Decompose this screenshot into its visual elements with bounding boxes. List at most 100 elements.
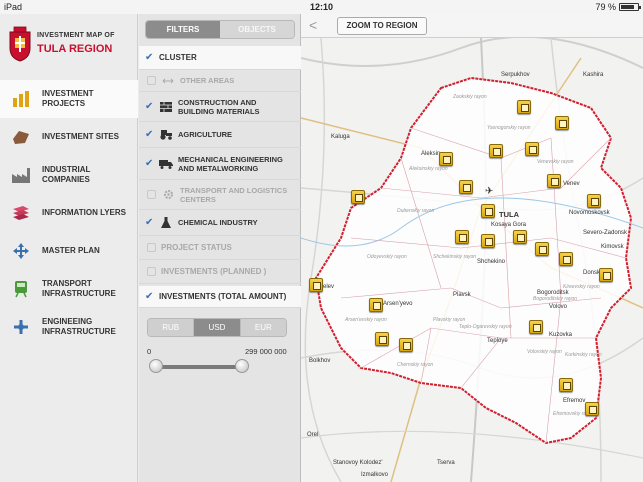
filter-label: INVESTMENTS (TOTAL AMOUNT)	[159, 292, 287, 301]
project-marker[interactable]	[489, 144, 503, 158]
clock: 12:10	[309, 2, 334, 12]
currency-usd[interactable]: USD	[194, 319, 241, 336]
project-marker[interactable]	[585, 402, 599, 416]
project-marker[interactable]	[309, 278, 323, 292]
nav-engineering-infrastructure[interactable]: ENGINEEING INFRASTRUCTURE	[0, 308, 138, 346]
filter-label: TRANSPORT AND LOGISTICS CENTERS	[180, 185, 288, 204]
nav-master-plan[interactable]: MASTER PLAN	[0, 232, 138, 270]
range-max-label: 299 000 000	[245, 347, 287, 356]
nav-label: TRANSPORT INFRASTRUCTURE	[42, 279, 116, 298]
status-bar: iPad 12:10 79 %	[0, 0, 643, 14]
district-label: Shchekinskiy rayon	[433, 254, 477, 260]
filter-cluster[interactable]: ✔ CLUSTER	[139, 46, 301, 70]
checkbox-empty	[147, 267, 156, 276]
battery-indicator: 79 %	[595, 2, 641, 12]
project-marker[interactable]	[481, 234, 495, 248]
filter-label: CONSTRUCTION AND BUILDING MATERIALS	[178, 97, 260, 116]
project-marker[interactable]	[529, 320, 543, 334]
project-marker[interactable]	[535, 242, 549, 256]
currency-selector: RUB USD EUR	[147, 318, 287, 337]
project-marker[interactable]	[555, 116, 569, 130]
project-marker[interactable]	[481, 204, 495, 218]
nav-industrial-companies[interactable]: INDUSTRIAL COMPANIES	[0, 156, 138, 194]
nav-transport-infrastructure[interactable]: TRANSPORT INFRASTRUCTURE	[0, 270, 138, 308]
project-marker[interactable]	[455, 230, 469, 244]
project-marker[interactable]	[599, 268, 613, 282]
project-marker[interactable]	[399, 338, 413, 352]
project-marker[interactable]	[513, 230, 527, 244]
checkbox-empty	[147, 190, 156, 199]
filter-mechanical-engineering[interactable]: ✔ MECHANICAL ENGINEERING AND METALWORKIN…	[139, 148, 301, 180]
investment-range-slider[interactable]	[149, 359, 249, 373]
filter-investments-total[interactable]: ✔ INVESTMENTS (TOTAL AMOUNT)	[139, 286, 301, 308]
district-label: Bogoroditskiy rayon	[533, 296, 577, 302]
project-marker[interactable]	[559, 378, 573, 392]
factory-icon	[10, 165, 32, 185]
district-label: Arsen'evskiy rayon	[345, 317, 387, 323]
town-label: Orel	[307, 432, 319, 438]
currency-rub[interactable]: RUB	[148, 319, 195, 336]
project-marker[interactable]	[559, 252, 573, 266]
back-button[interactable]: <	[309, 17, 317, 33]
filter-project-status[interactable]: PROJECT STATUS	[139, 236, 301, 260]
district-label: Volovskiy rayon	[527, 349, 562, 355]
project-marker[interactable]	[459, 180, 473, 194]
filter-construction[interactable]: ✔ CONSTRUCTION AND BUILDING MATERIALS	[139, 92, 301, 122]
district-label: Yasnogorskiy rayon	[487, 125, 531, 131]
slider-min-handle[interactable]	[149, 359, 163, 373]
project-marker[interactable]	[369, 298, 383, 312]
district-label: Odoyevskiy rayon	[367, 254, 407, 260]
nav-investment-projects[interactable]: INVESTMENT PROJECTS	[0, 80, 138, 118]
project-marker[interactable]	[375, 332, 389, 346]
app-logo: INVESTMENT MAP OF TULA REGION	[4, 20, 134, 80]
town-label: Shchekino	[477, 259, 506, 265]
nav-label: ENGINEEING INFRASTRUCTURE	[42, 317, 116, 336]
double-arrow-icon	[161, 75, 175, 87]
town-label: Stanovoy Kolodez'	[333, 460, 383, 466]
map-view[interactable]: < ZOOM TO REGION Serpukhov Kashira Aleks…	[301, 14, 643, 482]
filter-panel: FILTERS OBJECTS ✔ CLUSTER OTHER AREAS ✔ …	[139, 14, 301, 482]
filter-label: AGRICULTURE	[178, 130, 233, 139]
project-marker[interactable]	[439, 152, 453, 166]
nav-information-layers[interactable]: INFORMATION LYERS	[0, 194, 138, 232]
gear-icon	[161, 189, 175, 201]
town-label: Plavsk	[453, 292, 471, 298]
nav-label: INVESTMENT SITES	[42, 132, 119, 141]
bricks-icon	[159, 101, 173, 113]
district-label: Dubenskiy rayon	[397, 208, 435, 214]
filter-agriculture[interactable]: ✔ AGRICULTURE	[139, 122, 301, 148]
filter-chemical-industry[interactable]: ✔ CHEMICAL INDUSTRY	[139, 210, 301, 236]
town-label: Arsen'yevo	[383, 301, 413, 307]
project-marker[interactable]	[517, 100, 531, 114]
district-label: Kireevskiy rayon	[563, 284, 600, 290]
town-label: Volovo	[549, 304, 568, 310]
nav-investment-sites[interactable]: INVESTMENT SITES	[0, 118, 138, 156]
project-marker[interactable]	[547, 174, 561, 188]
filter-label: MECHANICAL ENGINEERING AND METALWORKING	[178, 154, 283, 173]
main-navigation: INVESTMENT MAP OF TULA REGION INVESTMENT…	[0, 14, 138, 482]
town-label: Izmalkovo	[361, 472, 389, 478]
arrows-icon	[10, 241, 32, 261]
filter-other-areas[interactable]: OTHER AREAS	[139, 70, 301, 92]
project-marker[interactable]	[587, 194, 601, 208]
currency-eur[interactable]: EUR	[240, 319, 286, 336]
project-marker[interactable]	[525, 142, 539, 156]
tab-filters[interactable]: FILTERS	[146, 21, 220, 38]
land-plot-icon	[10, 127, 32, 147]
filter-label: CHEMICAL INDUSTRY	[178, 218, 258, 227]
town-label: Kashira	[583, 72, 604, 78]
tab-objects[interactable]: OBJECTS	[220, 21, 294, 38]
district-label: Zaokskiy rayon	[453, 94, 487, 100]
zoom-to-region-button[interactable]: ZOOM TO REGION	[337, 17, 427, 35]
slider-max-handle[interactable]	[235, 359, 249, 373]
slider-track	[155, 365, 241, 369]
battery-fill	[621, 5, 634, 9]
filter-label: CLUSTER	[159, 53, 197, 62]
filter-transport-logistics[interactable]: TRANSPORT AND LOGISTICS CENTERS	[139, 180, 301, 210]
project-marker[interactable]	[351, 190, 365, 204]
filter-investments-planned[interactable]: INVESTMENTS (PLANNED )	[139, 260, 301, 284]
panel-tabs: FILTERS OBJECTS	[145, 20, 295, 39]
town-label-capital: TULA	[499, 210, 519, 219]
town-label: Kuzovka	[549, 332, 573, 338]
app-title-line2: TULA REGION	[37, 43, 113, 55]
